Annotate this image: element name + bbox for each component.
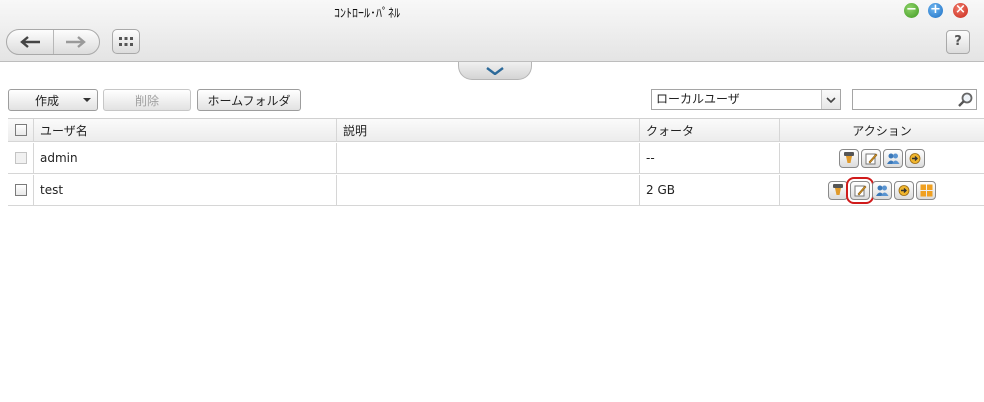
quota-cell: -- [640, 143, 780, 173]
row-checkbox-cell [8, 143, 34, 173]
close-icon[interactable]: × [953, 3, 968, 18]
nav-buttons [6, 29, 100, 55]
username-cell: admin [34, 143, 337, 173]
group-button[interactable] [872, 180, 892, 200]
title-bar: ｺﾝﾄﾛｰﾙ･ﾊﾟﾈﾙ − + × ? [0, 0, 984, 62]
select-all-cell [8, 119, 34, 141]
forward-arrow-icon [66, 36, 87, 48]
edit-button[interactable] [861, 148, 881, 168]
username-cell: test [34, 175, 337, 205]
actions-cell [780, 175, 984, 205]
description-cell [337, 143, 640, 173]
collapse-panel-tab[interactable] [458, 62, 532, 80]
maximize-icon[interactable]: + [928, 3, 943, 18]
quota-button[interactable] [839, 148, 859, 168]
row-checkbox [14, 152, 27, 164]
create-button-label: 作成 [35, 93, 60, 108]
column-header-username[interactable]: ユーザ名 [34, 119, 337, 141]
home-folder-button[interactable]: ホームフォルダ [197, 89, 301, 111]
password-icon [909, 152, 921, 164]
table-row[interactable]: admin -- [8, 143, 984, 174]
delete-button[interactable]: 削除 [103, 89, 191, 111]
row-checkbox[interactable] [14, 184, 27, 196]
edit-icon [865, 153, 877, 164]
search-input[interactable] [853, 90, 957, 109]
table-row[interactable]: test 2 GB [8, 175, 984, 206]
password-button[interactable] [905, 148, 925, 168]
forward-button[interactable] [52, 30, 100, 54]
search-box [852, 89, 977, 110]
select-all-checkbox[interactable] [14, 124, 27, 136]
folder-permission-button[interactable] [916, 180, 936, 200]
quota-cell: 2 GB [640, 175, 780, 205]
group-icon [876, 185, 889, 196]
password-button[interactable] [894, 180, 914, 200]
table-header: ユーザ名 説明 クォータ アクション [8, 118, 984, 142]
chevron-down-icon [486, 66, 504, 75]
folder-permission-icon [920, 184, 932, 196]
apps-menu-button[interactable] [112, 29, 140, 54]
minimize-icon[interactable]: − [904, 3, 919, 18]
chevron-down-icon[interactable] [821, 90, 840, 109]
actions-cell [780, 143, 984, 173]
row-checkbox-cell [8, 175, 34, 205]
group-icon [887, 153, 900, 164]
search-icon[interactable] [957, 91, 975, 108]
user-type-selected: ローカルユーザ [656, 92, 740, 106]
group-button[interactable] [883, 148, 903, 168]
column-header-quota[interactable]: クォータ [640, 119, 780, 141]
dropdown-caret-icon [83, 98, 91, 102]
edit-icon [854, 185, 866, 196]
quota-icon [844, 152, 854, 163]
create-button[interactable]: 作成 [8, 89, 98, 111]
password-icon [898, 184, 910, 196]
edit-button[interactable] [846, 176, 874, 204]
back-arrow-icon [19, 36, 40, 48]
window-title: ｺﾝﾄﾛｰﾙ･ﾊﾟﾈﾙ [333, 6, 400, 20]
quota-button[interactable] [828, 180, 848, 200]
help-button[interactable]: ? [946, 30, 970, 54]
grid-icon [119, 36, 133, 46]
quota-icon [833, 184, 843, 195]
user-type-select[interactable]: ローカルユーザ [651, 89, 841, 110]
column-header-description[interactable]: 説明 [337, 119, 640, 141]
description-cell [337, 175, 640, 205]
column-header-actions: アクション [852, 123, 912, 138]
back-button[interactable] [7, 30, 53, 54]
